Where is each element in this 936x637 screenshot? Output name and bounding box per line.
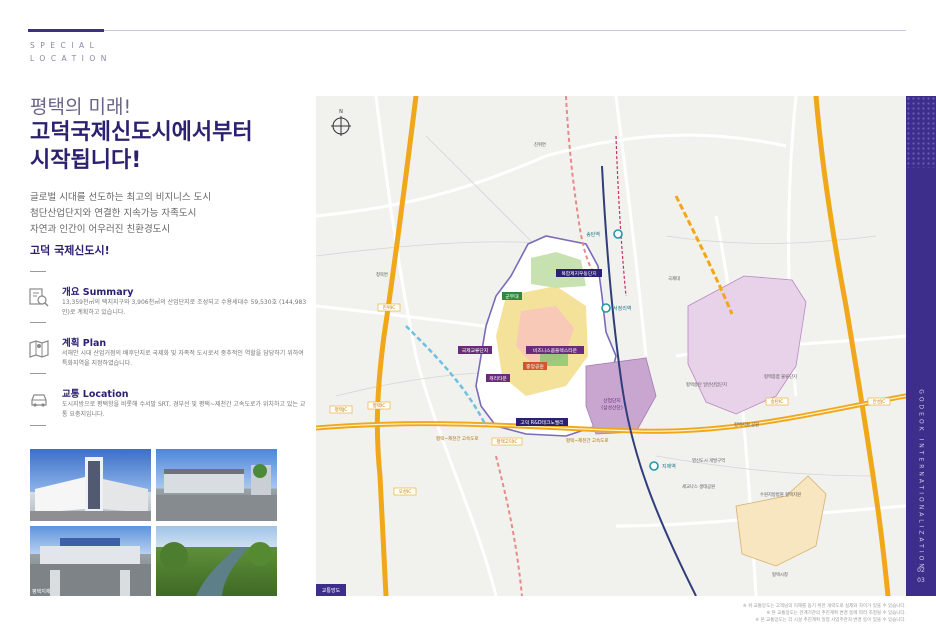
intro-highlight: 고덕 국제신도시!	[30, 244, 110, 257]
photo-stream-park	[156, 526, 277, 596]
zone-tag-military: 군부대	[505, 293, 518, 300]
intro-line1: 글로벌 시대를 선도하는 최고의 비지니스 도시	[30, 192, 212, 203]
footnote-line: ※ 본 교통망도는 각 시설 추진계획 일정 사업주관처 변경 등이 있을 수 …	[755, 618, 906, 623]
photo-station-plaza	[156, 449, 277, 521]
road-label: 평택~제천간 고속도로	[566, 437, 608, 444]
map-canvas: N 복합제지우동단지 군부대 국제교류단지 비즈니스콤플렉스타운 중앙공원 캐리…	[316, 96, 906, 596]
map-corner-tag: 교통망도	[322, 587, 341, 594]
headline-main: 고덕국제신도시에서부터 시작됩니다!	[30, 119, 310, 175]
station-marker	[601, 303, 611, 313]
map-icon	[29, 340, 49, 358]
compass-icon	[331, 116, 351, 136]
photo-label: 평택지제	[32, 589, 51, 595]
top-rule-accent	[28, 29, 104, 32]
info-plan-desc: 서해안 시대 산업거점의 배후단지로 국제화 및 자족적 도시로서 중추적인 역…	[62, 350, 304, 367]
industrial-zone	[585, 357, 657, 435]
place-label: 평택지원 공원	[734, 421, 759, 428]
place-label: 평택시청	[772, 571, 788, 578]
compass-north-label: N	[339, 109, 343, 115]
ic-label: 안성JC	[873, 398, 886, 405]
section-label-line2: LOCATION	[30, 54, 112, 63]
photo-jije-station: 평택지제	[30, 526, 151, 596]
place-label: 평택종합 물류단지	[764, 373, 797, 380]
vertical-label: GODEOK INTERNATIONALIZATION	[906, 389, 936, 571]
info-location-title: 교통 Location	[62, 389, 129, 400]
divider	[30, 271, 46, 272]
footnote-line: ※ 위 교통망도는 고객님의 이해를 돕기 위한 개략도로 실제와 차이가 있을…	[742, 604, 906, 609]
place-label: 국제대	[668, 275, 680, 282]
zone-label-industrial-sub: (삼성산단)	[601, 404, 623, 411]
report-search-icon	[29, 288, 49, 307]
page-number-top: 02	[917, 567, 925, 574]
headline-line3: 시작됩니다!	[30, 148, 142, 173]
zone-tag-park: 중앙공원	[526, 363, 544, 370]
section-label-line1: SPECIAL	[30, 41, 100, 50]
ic-label: 송탄IC	[771, 398, 784, 405]
ic-label: 평택JC	[335, 406, 348, 413]
info-plan-title: 계획 Plan	[62, 338, 107, 349]
place-label: 청북면	[376, 271, 388, 278]
place-label: 진위면	[534, 141, 546, 148]
road-label: 평택~제천간 고속도로	[436, 435, 478, 442]
station-marker	[649, 461, 659, 471]
intro-line3: 자연과 인간이 어우러진 친환경도시	[30, 224, 171, 235]
photo-station-building	[30, 449, 151, 521]
top-rule	[28, 30, 906, 31]
station-label-songtan: 송탄역	[586, 231, 600, 238]
zone-tag-rnd: 고덕 R&D테크노밸리	[520, 419, 563, 426]
place-label: 영신도시 개발구역	[692, 457, 725, 464]
divider	[30, 373, 46, 374]
side-band-pattern	[906, 96, 936, 168]
headline-line1: 평택의 미래!	[30, 96, 132, 118]
place-label: 수원지방법원 평택지원	[760, 491, 801, 498]
footnotes: ※ 위 교통망도는 고객님의 이해를 돕기 위한 개략도로 실제와 차이가 있을…	[606, 603, 906, 624]
station-label-jije: 지제역	[662, 463, 676, 470]
transport-map: N 복합제지우동단지 군부대 국제교류단지 비즈니스콤플렉스타운 중앙공원 캐리…	[316, 96, 906, 596]
ic-label: 평택IC	[373, 402, 386, 409]
intro-text: 글로벌 시대를 선도하는 최고의 비지니스 도시 첨단산업단지와 연결한 지속가…	[30, 190, 290, 238]
zone-tag-business: 비즈니스콤플렉스타운	[533, 347, 578, 354]
car-icon	[31, 394, 47, 407]
ic-label: 오성IC	[399, 488, 412, 495]
zone-label-industrial: 산업단지	[603, 397, 621, 404]
place-label: 평택송탄 일반산업단지	[686, 381, 727, 388]
footnote-line: ※ 본 교통망도는 관계기관의 추진계획 변경 등에 따라 조정될 수 있습니다…	[766, 611, 906, 616]
zone-tag-international: 국제교류단지	[462, 347, 488, 354]
zone-tag-lake: 캐리타운	[489, 375, 507, 382]
divider	[30, 322, 46, 323]
station-marker	[613, 229, 623, 239]
station-label-seojeongri: 서정리역	[613, 305, 631, 312]
intro-line2: 첨단산업단지와 연결한 지속가능 자족도시	[30, 208, 197, 219]
vertical-label-text: GODEOK INTERNATIONALIZATION	[917, 389, 925, 571]
place-label: 세교나스 생태공원	[682, 483, 715, 490]
info-location-desc: 도시지방으로 평택항을 비롯해 수서발 SRT, 경부선 및 평택~제천간 고속…	[62, 401, 306, 418]
section-label: SPECIAL LOCATION	[30, 39, 112, 65]
headline-line2: 고덕국제신도시에서부터	[30, 120, 253, 145]
ic-label: 평택고덕IC	[496, 438, 517, 445]
ic-label: 진위IC	[383, 304, 396, 311]
logistics-zone	[687, 275, 807, 415]
divider	[30, 425, 46, 426]
zone-tag-complex: 복합제지우동단지	[561, 270, 596, 277]
info-summary-title: 개요 Summary	[62, 287, 134, 298]
info-summary-desc: 13,359천㎡의 택지지구와 3,906천㎡의 산업단지로 조성되고 수용세대…	[62, 299, 307, 316]
page-number-bottom: 03	[917, 577, 925, 584]
